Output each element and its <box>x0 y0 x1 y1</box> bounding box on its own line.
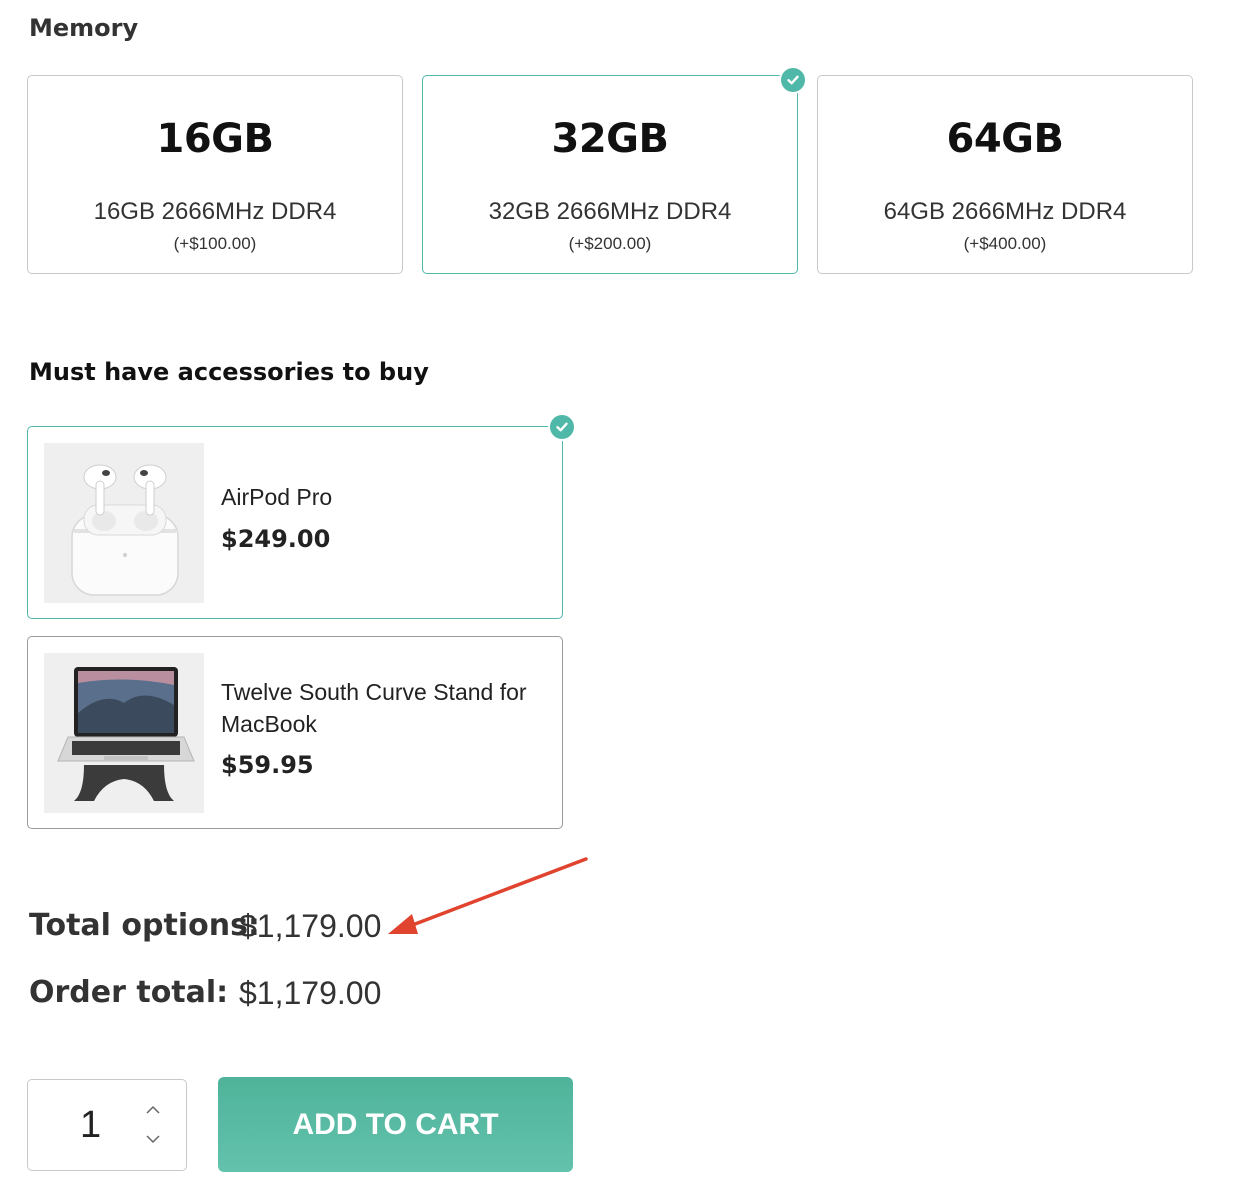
memory-option-price: (+$100.00) <box>173 234 257 253</box>
memory-option-price: (+$200.00) <box>568 234 652 253</box>
quantity-input[interactable]: 1 <box>80 1104 101 1147</box>
memory-option-size: 16GB <box>156 116 274 162</box>
airpods-image <box>44 443 204 603</box>
accessory-name: AirPod Pro <box>221 484 333 510</box>
memory-option-size: 32GB <box>551 116 669 162</box>
accessory-option-macbook-stand[interactable]: Twelve South Curve Stand for MacBook $59… <box>27 636 563 829</box>
add-to-cart-button[interactable]: ADD TO CART <box>218 1077 573 1172</box>
chevron-up-icon[interactable] <box>145 1104 161 1116</box>
accessory-option-airpod-pro[interactable]: AirPod Pro $249.00 <box>27 426 563 619</box>
memory-option-size: 64GB <box>946 116 1064 162</box>
memory-section-title: Memory <box>29 14 139 42</box>
accessory-price: $59.95 <box>221 751 314 779</box>
chevron-down-icon[interactable] <box>145 1133 161 1145</box>
selected-check-icon <box>548 413 576 441</box>
memory-option-16gb[interactable]: 16GB 16GB 2666MHz DDR4 (+$100.00) <box>27 75 403 274</box>
memory-option-description: 16GB 2666MHz DDR4 <box>93 198 337 225</box>
memory-option-description: 64GB 2666MHz DDR4 <box>883 198 1127 225</box>
quantity-stepper[interactable]: 1 <box>27 1079 187 1171</box>
order-total-label: Order total: <box>29 975 229 1010</box>
total-options-value: $1,179.00 <box>239 908 382 944</box>
total-options-label: Total options: <box>29 908 260 943</box>
accessory-name: Twelve South Curve Stand for MacBook <box>221 679 527 737</box>
memory-option-32gb[interactable]: 32GB 32GB 2666MHz DDR4 (+$200.00) <box>422 75 798 274</box>
memory-option-price: (+$400.00) <box>963 234 1047 253</box>
accessories-section-title: Must have accessories to buy <box>29 358 429 386</box>
selected-check-icon <box>779 66 807 94</box>
order-total-value: $1,179.00 <box>239 975 382 1011</box>
memory-option-64gb[interactable]: 64GB 64GB 2666MHz DDR4 (+$400.00) <box>817 75 1193 274</box>
macbook-stand-image <box>44 653 204 813</box>
annotation-arrow-icon <box>388 857 588 934</box>
memory-option-description: 32GB 2666MHz DDR4 <box>488 198 732 225</box>
accessory-price: $249.00 <box>221 525 331 553</box>
